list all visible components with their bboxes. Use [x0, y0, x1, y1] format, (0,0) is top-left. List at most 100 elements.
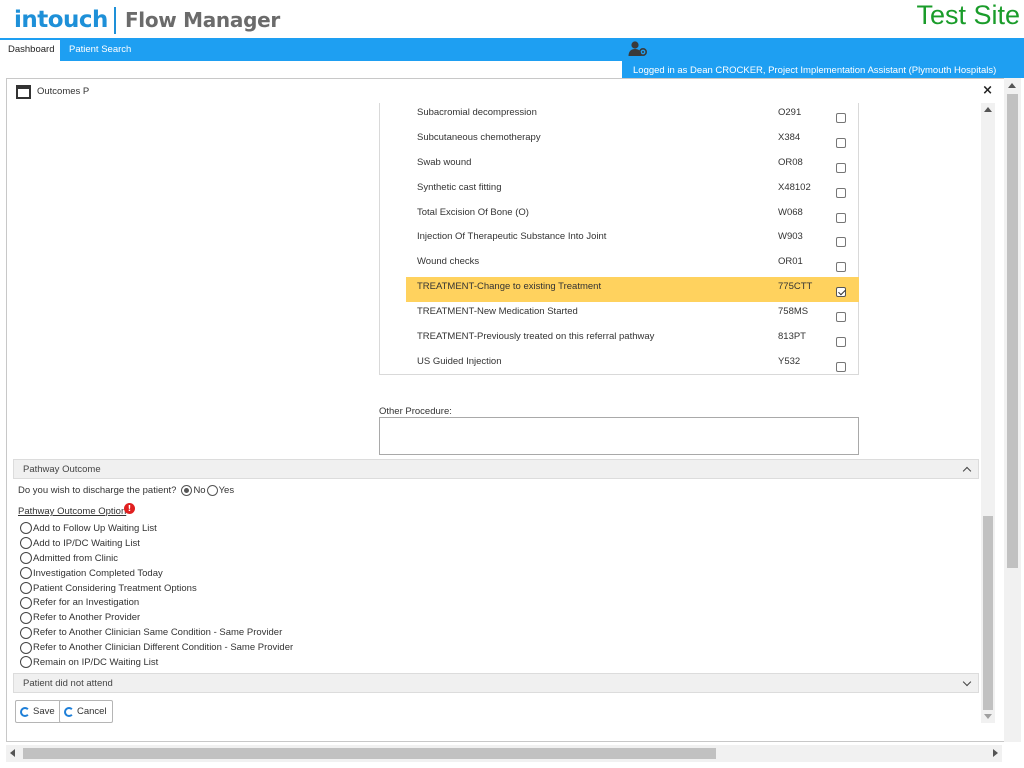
- discharge-no-label: No: [193, 485, 206, 496]
- procedure-code: W903: [778, 231, 803, 243]
- procedure-checkbox[interactable]: [836, 312, 846, 323]
- procedure-row[interactable]: Total Excision Of Bone (O) W068: [406, 203, 859, 228]
- procedure-row[interactable]: TREATMENT-Previously treated on this ref…: [406, 327, 859, 352]
- dialog-title: Outcomes P: [37, 86, 90, 97]
- procedure-checkbox[interactable]: [836, 287, 846, 298]
- app-logo[interactable]: intouch Flow Manager: [14, 3, 280, 37]
- procedure-checkbox[interactable]: [836, 237, 846, 248]
- procedure-code: OR08: [778, 156, 803, 168]
- outcome-option[interactable]: Patient Considering Treatment Options: [20, 581, 293, 596]
- logo-product-text: Flow Manager: [124, 8, 280, 32]
- procedure-row[interactable]: Synthetic cast fitting X48102: [406, 178, 859, 203]
- outcomes-dialog: Outcomes P × Subacromial decompression O2…: [6, 78, 1018, 742]
- procedure-name: TREATMENT-New Medication Started: [417, 306, 578, 318]
- procedure-checkbox[interactable]: [836, 137, 846, 148]
- procedure-checkbox[interactable]: [836, 187, 846, 198]
- procedure-name: Swab wound: [417, 156, 472, 168]
- close-button[interactable]: ×: [982, 83, 993, 98]
- scroll-up-icon[interactable]: [984, 107, 992, 112]
- patient-did-not-attend-header[interactable]: Patient did not attend: [13, 673, 979, 693]
- procedure-row[interactable]: Subacromial decompression O291: [406, 103, 859, 128]
- tab-dashboard[interactable]: Dashboard: [0, 38, 60, 61]
- scroll-right-icon[interactable]: [993, 749, 998, 757]
- procedure-name: Subcutaneous chemotherapy: [417, 131, 541, 143]
- pathway-outcome-header[interactable]: Pathway Outcome: [13, 459, 979, 479]
- save-label: Save: [33, 706, 55, 717]
- other-procedure-input[interactable]: [379, 417, 859, 455]
- procedure-row[interactable]: Injection Of Therapeutic Substance Into …: [406, 227, 859, 252]
- procedure-checkbox[interactable]: [836, 361, 846, 372]
- procedure-code: X384: [778, 131, 801, 143]
- outcome-option-radio[interactable]: [20, 582, 32, 594]
- refresh-icon: [64, 706, 74, 717]
- procedure-checkbox[interactable]: [836, 162, 846, 173]
- procedure-code: 813PT: [778, 331, 806, 343]
- outcome-option[interactable]: Refer to Another Clinician Same Conditio…: [20, 625, 293, 640]
- procedure-row[interactable]: Subcutaneous chemotherapy X384: [406, 128, 859, 153]
- procedure-row[interactable]: Swab wound OR08: [406, 153, 859, 178]
- required-warning-icon: !: [124, 503, 135, 514]
- outcome-option-radio[interactable]: [20, 522, 32, 535]
- other-procedure-label: Other Procedure:: [379, 406, 452, 417]
- outcome-option[interactable]: Investigation Completed Today: [20, 566, 293, 581]
- scroll-thumb[interactable]: [23, 748, 716, 759]
- procedure-code: X48102: [778, 181, 811, 193]
- discharge-yes-radio[interactable]: [206, 485, 218, 496]
- scroll-thumb[interactable]: [983, 516, 993, 710]
- outcome-option-radio[interactable]: [20, 611, 32, 624]
- tab-patient-search[interactable]: Patient Search: [61, 38, 139, 61]
- procedure-checkbox[interactable]: [836, 262, 846, 273]
- page-horizontal-scrollbar[interactable]: [6, 745, 1002, 762]
- outcome-option[interactable]: Refer for an Investigation: [20, 595, 293, 610]
- procedure-checkbox[interactable]: [836, 113, 846, 123]
- outcome-option[interactable]: Refer to Another Provider: [20, 610, 293, 625]
- procedure-checkbox[interactable]: [836, 337, 846, 348]
- outcome-option-label: Remain on IP/DC Waiting List: [33, 656, 159, 668]
- outcome-option-label: Investigation Completed Today: [33, 567, 163, 579]
- outcome-option[interactable]: Admitted from Clinic: [20, 551, 293, 566]
- outcome-option-label: Refer to Another Clinician Different Con…: [33, 642, 294, 654]
- procedure-name: Injection Of Therapeutic Substance Into …: [417, 231, 607, 243]
- app-header: intouch Flow Manager Test Site: [0, 0, 1024, 38]
- procedure-row[interactable]: US Guided Injection Y532: [406, 352, 859, 377]
- procedure-row[interactable]: Wound checks OR01: [406, 252, 859, 277]
- outcome-option-radio[interactable]: [20, 552, 32, 565]
- dna-header-label: Patient did not attend: [23, 678, 113, 689]
- outcome-option[interactable]: Remain on IP/DC Waiting List: [20, 655, 293, 670]
- procedure-row[interactable]: TREATMENT-Change to existing Treatment 77…: [406, 277, 859, 303]
- outcome-option-label: Add to IP/DC Waiting List: [33, 537, 140, 549]
- procedure-name: Subacromial decompression: [417, 107, 537, 118]
- procedure-row[interactable]: TREATMENT-New Medication Started 758MS: [406, 302, 859, 327]
- outcome-option[interactable]: Add to Follow Up Waiting List: [20, 521, 293, 536]
- outcome-option-radio[interactable]: [20, 567, 32, 580]
- procedure-checkbox[interactable]: [836, 212, 846, 223]
- outcome-option-radio[interactable]: [20, 537, 32, 550]
- outcome-option-label: Admitted from Clinic: [33, 552, 118, 564]
- dialog-vertical-scrollbar[interactable]: [981, 103, 995, 723]
- scroll-up-icon[interactable]: [1008, 83, 1016, 88]
- outcome-option[interactable]: Add to IP/DC Waiting List: [20, 536, 293, 551]
- scroll-left-icon[interactable]: [10, 749, 15, 757]
- dialog-content[interactable]: Subacromial decompression O291 Subcutaneou…: [13, 103, 979, 723]
- outcome-option-radio[interactable]: [20, 641, 32, 654]
- procedure-name: Synthetic cast fitting: [417, 181, 502, 193]
- user-settings-icon[interactable]: [628, 40, 648, 58]
- discharge-no-radio[interactable]: [181, 485, 193, 496]
- page-vertical-scrollbar[interactable]: [1004, 78, 1021, 742]
- procedure-name: Total Excision Of Bone (O): [417, 206, 529, 218]
- outcome-option-list: Add to Follow Up Waiting List Add to IP/D…: [20, 521, 293, 670]
- outcome-option-radio[interactable]: [20, 656, 32, 669]
- outcome-option-radio[interactable]: [20, 626, 32, 639]
- procedure-code: O291: [778, 107, 802, 118]
- outcome-option[interactable]: Refer to Another Clinician Different Con…: [20, 640, 293, 655]
- scroll-thumb[interactable]: [1007, 94, 1018, 568]
- outcome-option-radio[interactable]: [20, 596, 32, 609]
- scroll-down-icon[interactable]: [984, 714, 992, 719]
- save-button[interactable]: Save: [15, 700, 61, 723]
- procedure-code: 758MS: [778, 306, 809, 318]
- cancel-button[interactable]: Cancel: [59, 700, 113, 723]
- outcome-option-label: Patient Considering Treatment Options: [33, 582, 197, 594]
- chevron-down-icon: [962, 677, 972, 687]
- window-icon: [16, 85, 31, 99]
- discharge-question: Do you wish to discharge the patient? No…: [18, 485, 235, 496]
